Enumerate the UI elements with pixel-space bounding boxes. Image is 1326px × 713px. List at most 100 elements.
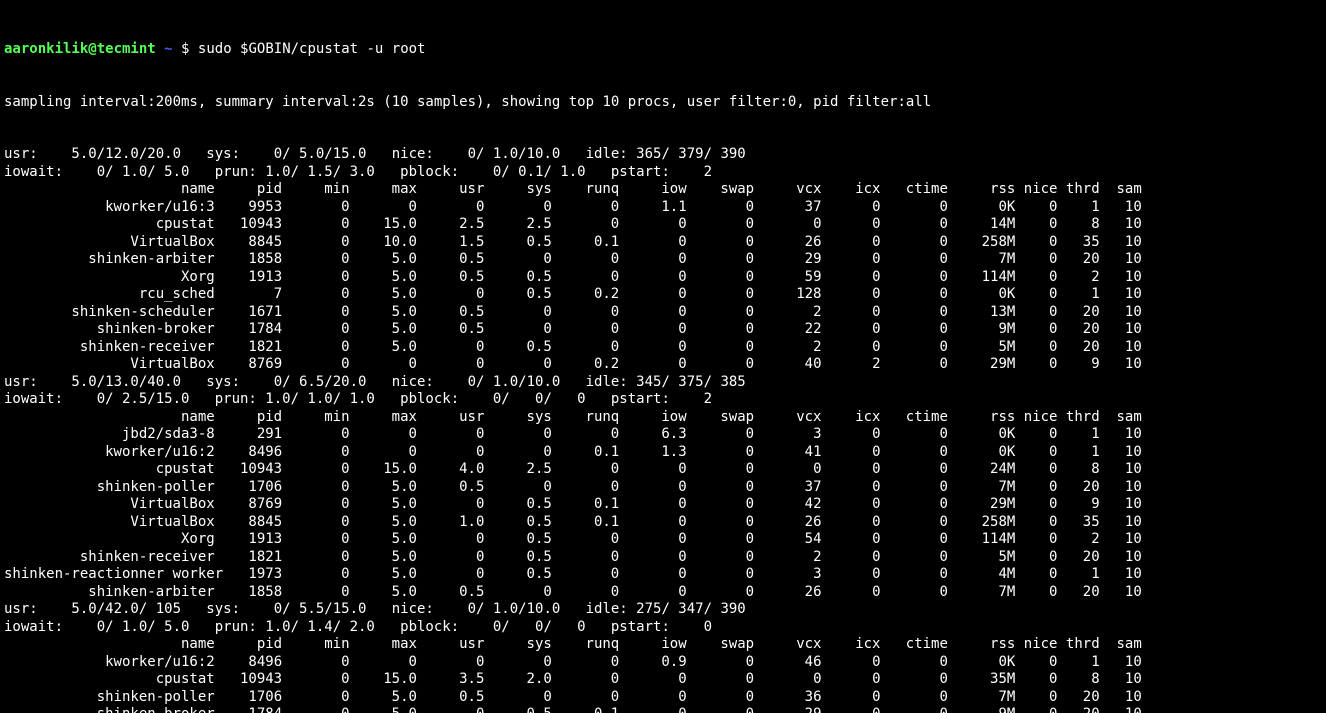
cell-vcx: 2 — [754, 549, 821, 567]
cell-name: shinken-reactionner worker — [4, 566, 215, 584]
cell-sam: 10 — [1100, 461, 1142, 479]
cell-sam: 10 — [1100, 426, 1142, 444]
cell-vcx: 46 — [754, 654, 821, 672]
cell-ctime: 0 — [881, 234, 948, 252]
cell-thrd: 1 — [1057, 199, 1099, 217]
cell-thrd: 35 — [1057, 234, 1099, 252]
col-header-max: max — [350, 409, 417, 427]
cell-vcx: 22 — [754, 321, 821, 339]
terminal[interactable]: aaronkilik@tecmint ~ $ sudo $GOBIN/cpust… — [0, 0, 1326, 713]
table-row: VirtualBox876900000.200402029M0910 — [4, 356, 1322, 374]
cell-iow: 1.3 — [619, 444, 686, 462]
table-row: shinken-poller170605.00.5000037007M02010 — [4, 479, 1322, 497]
col-header-vcx: vcx — [754, 636, 821, 654]
cell-nice: 0 — [1015, 251, 1057, 269]
cell-ctime: 0 — [881, 654, 948, 672]
cell-nice: 0 — [1015, 321, 1057, 339]
cell-min: 0 — [282, 549, 349, 567]
cell-thrd: 1 — [1057, 654, 1099, 672]
cell-name: cpustat — [4, 461, 215, 479]
cell-min: 0 — [282, 566, 349, 584]
cell-min: 0 — [282, 706, 349, 713]
cell-runq: 0 — [552, 304, 619, 322]
cell-runq: 0 — [552, 426, 619, 444]
cell-icx: 0 — [822, 426, 881, 444]
cell-thrd: 1 — [1057, 566, 1099, 584]
cell-icx: 0 — [822, 514, 881, 532]
cell-max: 15.0 — [350, 216, 417, 234]
cell-name: kworker/u16:2 — [4, 444, 215, 462]
cell-usr: 3.5 — [417, 671, 484, 689]
cell-iow: 0 — [619, 216, 686, 234]
cell-usr: 0 — [417, 426, 484, 444]
col-header-icx: icx — [822, 181, 881, 199]
cell-max: 0 — [350, 444, 417, 462]
cell-sam: 10 — [1100, 671, 1142, 689]
cell-max: 15.0 — [350, 461, 417, 479]
cell-swap: 0 — [687, 321, 754, 339]
cell-icx: 0 — [822, 671, 881, 689]
cell-nice: 0 — [1015, 689, 1057, 707]
cell-name: VirtualBox — [4, 234, 215, 252]
cell-pid: 1973 — [215, 566, 282, 584]
cell-ctime: 0 — [881, 584, 948, 602]
cell-ctime: 0 — [881, 356, 948, 374]
cell-max: 5.0 — [350, 339, 417, 357]
col-header-swap: swap — [687, 636, 754, 654]
cell-sys: 0 — [484, 654, 551, 672]
cell-ctime: 0 — [881, 689, 948, 707]
cell-nice: 0 — [1015, 671, 1057, 689]
cell-iow: 0 — [619, 671, 686, 689]
cell-icx: 0 — [822, 286, 881, 304]
cell-name: shinken-receiver — [4, 339, 215, 357]
prompt-path: ~ — [164, 41, 172, 57]
cell-min: 0 — [282, 654, 349, 672]
cell-name: cpustat — [4, 216, 215, 234]
cell-max: 5.0 — [350, 286, 417, 304]
cell-sam: 10 — [1100, 584, 1142, 602]
cell-runq: 0 — [552, 321, 619, 339]
col-header-min: min — [282, 636, 349, 654]
cell-vcx: 3 — [754, 426, 821, 444]
col-header-iow: iow — [619, 409, 686, 427]
cell-icx: 0 — [822, 479, 881, 497]
cell-runq: 0 — [552, 339, 619, 357]
cell-vcx: 42 — [754, 496, 821, 514]
cell-rss: 7M — [948, 479, 1015, 497]
cell-sys: 2.0 — [484, 671, 551, 689]
cell-thrd: 2 — [1057, 531, 1099, 549]
cell-iow: 0 — [619, 356, 686, 374]
cell-pid: 1821 — [215, 549, 282, 567]
cell-usr: 0 — [417, 496, 484, 514]
cell-sys: 0.5 — [484, 339, 551, 357]
col-header-nice: nice — [1015, 636, 1057, 654]
cell-swap: 0 — [687, 566, 754, 584]
cell-name: kworker/u16:3 — [4, 199, 215, 217]
cell-sam: 10 — [1100, 566, 1142, 584]
cell-iow: 0 — [619, 689, 686, 707]
cell-thrd: 20 — [1057, 479, 1099, 497]
table-row: cpustat10943015.02.52.500000014M0810 — [4, 216, 1322, 234]
cell-runq: 0 — [552, 584, 619, 602]
cell-icx: 0 — [822, 654, 881, 672]
cell-runq: 0 — [552, 269, 619, 287]
col-header-ctime: ctime — [881, 181, 948, 199]
cell-ctime: 0 — [881, 339, 948, 357]
cell-nice: 0 — [1015, 496, 1057, 514]
cell-nice: 0 — [1015, 216, 1057, 234]
cell-runq: 0.2 — [552, 356, 619, 374]
cell-max: 5.0 — [350, 496, 417, 514]
cell-rss: 4M — [948, 566, 1015, 584]
cell-iow: 0 — [619, 549, 686, 567]
cell-name: Xorg — [4, 531, 215, 549]
cell-swap: 0 — [687, 654, 754, 672]
cell-usr: 0.5 — [417, 584, 484, 602]
col-header-swap: swap — [687, 181, 754, 199]
cell-swap: 0 — [687, 671, 754, 689]
col-header-rss: rss — [948, 409, 1015, 427]
cell-nice: 0 — [1015, 584, 1057, 602]
col-header-usr: usr — [417, 181, 484, 199]
cell-runq: 0.1 — [552, 514, 619, 532]
col-header-name: name — [4, 409, 215, 427]
prompt-userhost: aaronkilik@tecmint — [4, 41, 156, 57]
